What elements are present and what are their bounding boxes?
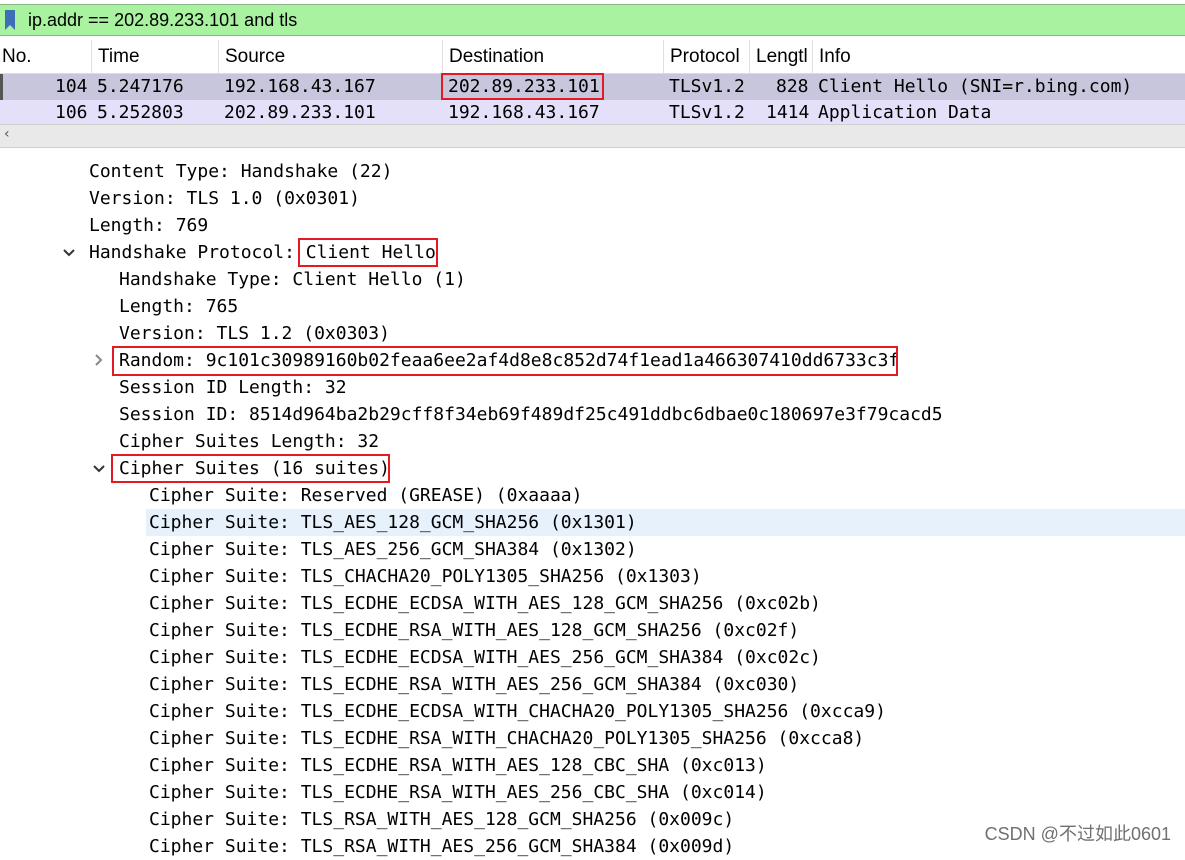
chevron-right-icon[interactable] [94,353,104,367]
horizontal-scrollbar[interactable]: ‹ [0,124,1185,148]
handshake-highlight-box [298,238,438,267]
packet-info: Application Data [818,102,992,123]
cipher-suite-item[interactable]: Cipher Suite: Reserved (GREASE) (0xaaaa) [149,482,582,509]
column-header-no[interactable]: No. [0,40,92,73]
cipher-suite-item[interactable]: Cipher Suite: TLS_ECDHE_RSA_WITH_AES_256… [149,671,799,698]
detail-hs-length[interactable]: Length: 765 [119,293,238,320]
cipher-suite-item[interactable]: Cipher Suite: TLS_ECDHE_ECDSA_WITH_CHACH… [149,698,886,725]
cipher-suite-item[interactable]: Cipher Suite: TLS_RSA_WITH_AES_128_GCM_S… [149,806,734,833]
packet-info: Client Hello (SNI=r.bing.com) [818,76,1133,97]
cipher-suite-item[interactable]: Cipher Suite: TLS_ECDHE_ECDSA_WITH_AES_2… [149,644,821,671]
detail-session-id[interactable]: Session ID: 8514d964ba2b29cff8f34eb69f48… [119,401,943,428]
cipher-suites-highlight-box [111,454,390,483]
csdn-watermark: CSDN @不过如此0601 [984,824,1171,844]
packet-source: 192.168.43.167 [224,76,376,97]
packet-length: 828 [776,76,809,97]
detail-cipher-suites-length[interactable]: Cipher Suites Length: 32 [119,428,379,455]
detail-session-id-length[interactable]: Session ID Length: 32 [119,374,347,401]
handshake-protocol-label: Handshake Protocol: [89,242,306,263]
chevron-down-icon[interactable] [62,248,76,258]
display-filter-input[interactable]: ip.addr == 202.89.233.101 and tls [28,10,297,31]
scroll-left-icon[interactable]: ‹ [4,126,10,142]
cipher-suite-item[interactable]: Cipher Suite: TLS_CHACHA20_POLY1305_SHA2… [149,563,702,590]
selection-marker [0,74,3,100]
cipher-suite-item[interactable]: Cipher Suite: TLS_AES_256_GCM_SHA384 (0x… [149,536,637,563]
cipher-suite-item[interactable]: Cipher Suite: TLS_ECDHE_RSA_WITH_CHACHA2… [149,725,864,752]
display-filter-bar[interactable]: ip.addr == 202.89.233.101 and tls [0,4,1185,36]
column-header-protocol[interactable]: Protocol [664,40,750,73]
chevron-down-icon[interactable] [92,464,106,474]
bookmark-icon[interactable] [4,9,16,31]
detail-content-type[interactable]: Content Type: Handshake (22) [89,158,392,185]
cipher-suite-item[interactable]: Cipher Suite: TLS_ECDHE_RSA_WITH_AES_128… [149,617,799,644]
packet-length: 1414 [766,102,810,123]
packet-protocol: TLSv1.2 [669,76,745,97]
packet-list-header: No. Time Source Destination Protocol Len… [0,40,1185,74]
random-highlight-box [112,346,898,376]
packet-protocol: TLSv1.2 [669,102,745,123]
column-header-info[interactable]: Info [813,40,1185,73]
detail-length[interactable]: Length: 769 [89,212,208,239]
packet-time: 5.252803 [97,102,184,123]
column-header-source[interactable]: Source [219,40,443,73]
packet-no: 106 [55,102,88,123]
cipher-suite-item[interactable]: Cipher Suite: TLS_AES_128_GCM_SHA256 (0x… [149,509,637,536]
packet-details-tree: Content Type: Handshake (22) Version: TL… [0,158,1185,857]
detail-version[interactable]: Version: TLS 1.0 (0x0301) [89,185,360,212]
packet-time: 5.247176 [97,76,184,97]
cipher-suite-item[interactable]: Cipher Suite: TLS_ECDHE_RSA_WITH_AES_256… [149,779,767,806]
packet-no: 104 [55,76,88,97]
packet-row[interactable]: 106 5.252803 202.89.233.101 192.168.43.1… [0,100,1185,126]
packet-destination: 192.168.43.167 [448,102,600,123]
packet-source: 202.89.233.101 [224,102,376,123]
column-header-length[interactable]: Lengtl [750,40,813,73]
cipher-suite-item[interactable]: Cipher Suite: TLS_ECDHE_RSA_WITH_AES_128… [149,752,767,779]
column-header-destination[interactable]: Destination [443,40,664,73]
cipher-suite-item[interactable]: Cipher Suite: TLS_ECDHE_ECDSA_WITH_AES_1… [149,590,821,617]
detail-hs-version[interactable]: Version: TLS 1.2 (0x0303) [119,320,390,347]
destination-highlight-box [441,73,604,100]
detail-handshake-type[interactable]: Handshake Type: Client Hello (1) [119,266,466,293]
column-header-time[interactable]: Time [92,40,219,73]
